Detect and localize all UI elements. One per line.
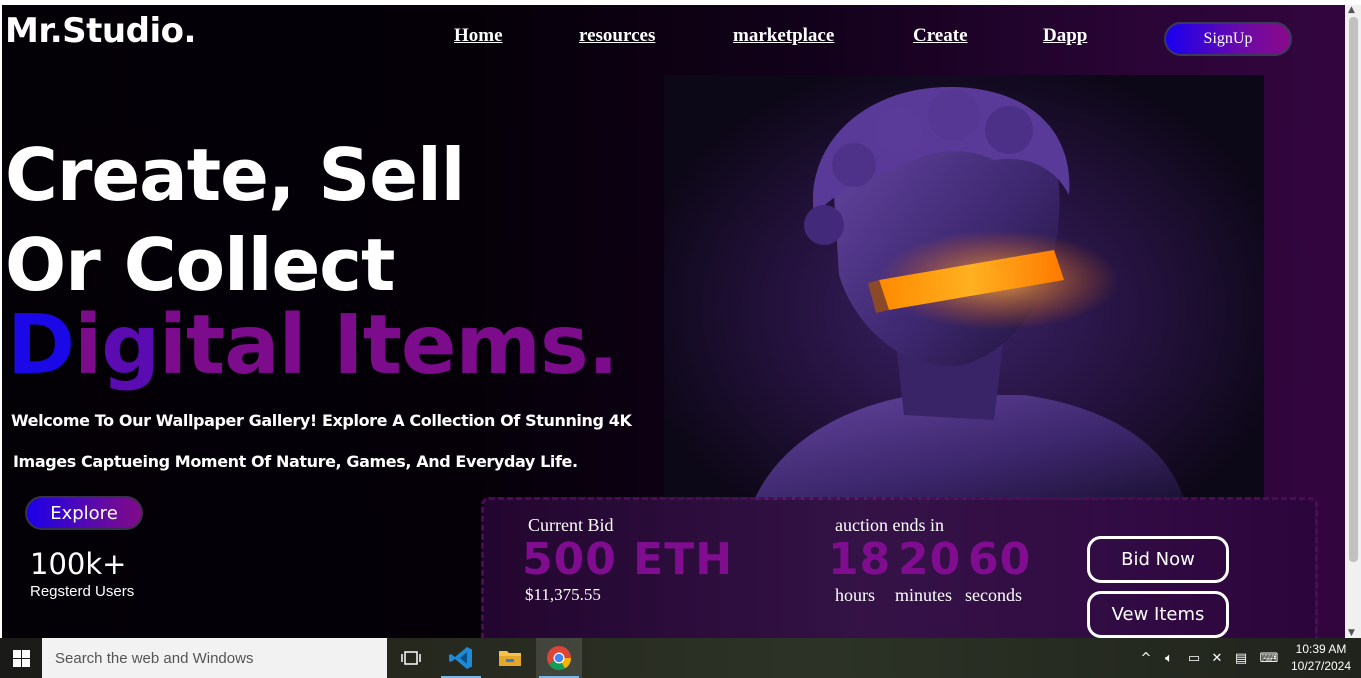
- taskbar-file-explorer[interactable]: [487, 638, 533, 678]
- nav-marketplace[interactable]: marketplace: [733, 25, 834, 47]
- current-bid-usd: $11,375.55: [525, 585, 601, 604]
- current-bid-value: 500 ETH: [522, 534, 734, 585]
- task-view-icon: [401, 651, 421, 665]
- signup-button[interactable]: SignUp: [1164, 22, 1292, 56]
- hero-statue-image: [664, 75, 1264, 500]
- folder-icon: [499, 651, 521, 666]
- volume-icon[interactable]: 🔈︎: [1159, 638, 1179, 678]
- taskbar-chrome[interactable]: [536, 638, 582, 678]
- task-view-button[interactable]: [388, 638, 434, 678]
- view-items-button[interactable]: Vew Items: [1087, 591, 1229, 638]
- explore-button[interactable]: Explore: [25, 496, 143, 530]
- taskbar-search-input[interactable]: Search the web and Windows: [42, 638, 387, 678]
- browser-viewport: Mr.Studio. Home resources marketplace Cr…: [2, 5, 1345, 638]
- keyboard-icon[interactable]: ⌨: [1257, 638, 1281, 678]
- statue-illustration: [754, 86, 1184, 500]
- notifications-icon[interactable]: ▤: [1231, 638, 1251, 678]
- bid-now-button[interactable]: Bid Now: [1087, 536, 1229, 583]
- vscode-icon: [449, 647, 472, 669]
- hero-heading-i: i: [74, 298, 102, 393]
- auction-ends-label: auction ends in: [835, 515, 944, 535]
- auction-card: Current Bid 500 ETH $11,375.55 auction e…: [481, 497, 1318, 638]
- start-button[interactable]: [0, 638, 42, 678]
- windows-logo-icon: [12, 649, 30, 667]
- hero-heading-line1: Create, Sell: [5, 133, 465, 217]
- nav-home[interactable]: Home: [454, 25, 503, 47]
- hero-heading-d: D: [7, 298, 75, 393]
- hero-description-line2: Images Captueing Moment Of Nature, Games…: [13, 452, 578, 471]
- nav-create[interactable]: Create: [913, 25, 968, 47]
- site-logo[interactable]: Mr.Studio.: [5, 11, 196, 51]
- scrollbar-thumb[interactable]: [1349, 17, 1358, 562]
- scroll-down-icon[interactable]: ▼: [1348, 628, 1355, 638]
- hero-description-line1: Welcome To Our Wallpaper Gallery! Explor…: [11, 411, 632, 430]
- taskbar-clock[interactable]: 10:39 AM 10/27/2024: [1288, 641, 1354, 675]
- show-hidden-icons-button[interactable]: ^: [1138, 638, 1154, 678]
- network-icon[interactable]: ✕: [1207, 638, 1227, 678]
- countdown-seconds: 60: [968, 534, 1032, 585]
- clock-time: 10:39 AM: [1295, 642, 1347, 656]
- hero-heading-line2: Or Collect: [5, 223, 395, 307]
- seconds-label: seconds: [965, 585, 1022, 605]
- registered-users-count: 100k+: [30, 547, 127, 581]
- nav-dapp[interactable]: Dapp: [1043, 25, 1087, 47]
- hours-label: hours: [835, 585, 875, 605]
- chrome-icon: [547, 646, 571, 671]
- windows-taskbar: Search the web and Windows ^ 🔈︎ ▭ ✕ ▤ ⌨ …: [0, 638, 1361, 678]
- taskbar-vscode[interactable]: [438, 638, 484, 678]
- hero-heading-rest: ital Items.: [158, 298, 619, 393]
- registered-users-label: Regsterd Users: [30, 583, 135, 600]
- page-scrollbar[interactable]: ▲ ▼: [1345, 5, 1361, 638]
- clock-date: 10/27/2024: [1290, 659, 1352, 673]
- current-bid-label: Current Bid: [528, 515, 614, 535]
- minutes-label: minutes: [895, 585, 952, 605]
- countdown-minutes: 20: [898, 534, 962, 585]
- scroll-up-icon[interactable]: ▲: [1348, 5, 1355, 15]
- hero-heading-line3: Digital Items.: [7, 298, 619, 393]
- hero-heading-g: g: [101, 298, 160, 393]
- battery-icon[interactable]: ▭: [1184, 638, 1204, 678]
- countdown-hours: 18: [828, 534, 892, 585]
- nav-resources[interactable]: resources: [579, 25, 655, 47]
